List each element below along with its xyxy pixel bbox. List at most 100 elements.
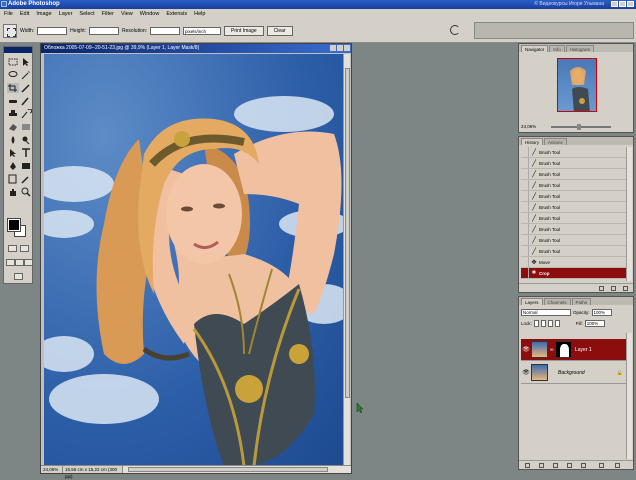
screen-mode-full-icon[interactable] [24, 259, 33, 266]
add-mask-icon[interactable] [553, 463, 558, 468]
quick-mask-icon[interactable] [20, 245, 29, 252]
marquee-tool-icon[interactable] [7, 57, 19, 67]
delete-state-icon[interactable] [623, 286, 628, 291]
lock-position-icon[interactable] [547, 319, 553, 327]
history-item[interactable]: ✥ Move [521, 257, 627, 268]
layers-scrollbar[interactable] [626, 333, 632, 459]
print-image-button[interactable]: Print Image [224, 25, 264, 36]
menu-layer[interactable]: Layer [59, 9, 73, 19]
fill-input[interactable]: 100% [584, 319, 605, 327]
history-item[interactable]: ╱ Brush Tool [521, 202, 627, 213]
menu-image[interactable]: Image [36, 9, 51, 19]
tab-history[interactable]: History [521, 138, 544, 145]
resolution-input[interactable] [150, 26, 181, 35]
layer-thumbnail[interactable] [531, 364, 548, 381]
document-vertical-scrollbar[interactable] [343, 54, 350, 466]
tab-histogram[interactable]: Histogram [565, 45, 595, 52]
history-source-checkbox[interactable] [521, 158, 529, 168]
history-brush-icon[interactable] [20, 108, 33, 119]
history-item[interactable]: ╱ Brush Tool [521, 191, 627, 202]
document-titlebar[interactable]: Обложка 2005-07-09--20-51-23.jpg @ 39,9%… [41, 44, 351, 53]
menu-help[interactable]: Help [194, 9, 205, 19]
shape-tool-icon[interactable] [20, 161, 32, 171]
history-source-checkbox[interactable] [521, 169, 529, 179]
clear-button[interactable]: Clear [266, 25, 293, 36]
lock-pixels-icon[interactable] [540, 319, 546, 327]
new-set-icon[interactable] [567, 463, 572, 468]
notes-tool-icon[interactable] [7, 174, 19, 184]
eye-icon[interactable]: 👁 [521, 346, 531, 353]
history-source-checkbox[interactable] [521, 180, 529, 190]
blend-mode-select[interactable]: Normal [521, 308, 571, 316]
magic-wand-icon[interactable] [20, 70, 32, 80]
history-item[interactable]: ╱ Brush Tool [521, 169, 627, 180]
jump-to-imageready-icon[interactable] [14, 273, 23, 280]
height-input[interactable] [89, 26, 120, 35]
resolution-unit-select[interactable]: pixels/inch [183, 26, 222, 35]
blur-tool-icon[interactable] [7, 135, 19, 145]
dodge-tool-icon[interactable] [20, 135, 32, 145]
menu-select[interactable]: Select [79, 9, 94, 19]
crop-tool-icon[interactable] [7, 83, 19, 93]
history-source-checkbox[interactable] [521, 147, 529, 157]
opacity-input[interactable]: 100% [591, 308, 612, 316]
zoom-tool-icon[interactable] [20, 187, 32, 197]
pen-tool-icon[interactable] [7, 161, 19, 171]
layer-row-background[interactable]: 👁 Background 🔒 [521, 362, 627, 384]
history-item[interactable]: ╱ Brush Tool [521, 158, 627, 169]
width-input[interactable] [37, 26, 68, 35]
screen-mode-standard-icon[interactable] [6, 259, 15, 266]
link-layers-icon[interactable] [525, 463, 530, 468]
adjustment-layer-icon[interactable] [581, 463, 586, 468]
lock-all-icon[interactable] [554, 319, 560, 327]
navigator-zoom-knob[interactable] [577, 124, 581, 130]
eraser-tool-icon[interactable] [7, 122, 19, 132]
doc-minimize-button[interactable] [330, 45, 336, 51]
history-source-checkbox[interactable] [521, 246, 529, 256]
type-tool-icon[interactable] [20, 148, 32, 158]
image-canvas[interactable] [44, 54, 344, 466]
history-source-checkbox[interactable] [521, 191, 529, 201]
history-item[interactable]: ╱ Brush Tool [521, 213, 627, 224]
standard-mode-icon[interactable] [8, 245, 17, 252]
screen-mode-full-menu-icon[interactable] [15, 259, 24, 266]
history-source-checkbox[interactable] [521, 268, 529, 278]
crop-tool-preset-picker[interactable] [3, 23, 17, 38]
menu-filter[interactable]: Filter [102, 9, 114, 19]
eyedropper-icon[interactable] [20, 174, 32, 184]
history-item[interactable]: ╱ Brush Tool [521, 235, 627, 246]
navigator-zoom-field[interactable]: 24,06% [521, 124, 536, 129]
hand-tool-icon[interactable] [7, 187, 19, 197]
horizontal-scroll-thumb[interactable] [128, 467, 328, 472]
doc-maximize-button[interactable] [337, 45, 343, 51]
tab-navigator[interactable]: Navigator [521, 45, 549, 52]
history-source-checkbox[interactable] [521, 202, 529, 212]
history-source-checkbox[interactable] [521, 235, 529, 245]
layer-row-layer-1[interactable]: 👁 ∞ Layer 1 [521, 339, 627, 361]
menu-file[interactable]: File [4, 9, 13, 19]
navigator-preview[interactable] [557, 58, 597, 112]
history-item[interactable]: ╱ Brush Tool [521, 246, 627, 257]
new-document-from-state-icon[interactable] [599, 286, 604, 291]
tab-actions[interactable]: Actions [544, 138, 567, 145]
menu-window[interactable]: Window [140, 9, 160, 19]
history-item[interactable]: ╱ Brush Tool [521, 180, 627, 191]
vertical-scroll-thumb[interactable] [345, 68, 350, 398]
history-item[interactable]: ╱ Brush Tool [521, 147, 627, 158]
document-zoom-field[interactable]: 24,06% [41, 466, 63, 473]
lasso-tool-icon[interactable] [7, 70, 19, 80]
healing-brush-icon[interactable] [7, 96, 19, 106]
maximize-button[interactable] [619, 1, 626, 7]
tab-layers[interactable]: Layers [521, 298, 543, 305]
history-source-checkbox[interactable] [521, 213, 529, 223]
history-item-active[interactable]: ⌗ Crop [521, 268, 627, 279]
foreground-color-swatch[interactable] [7, 218, 21, 232]
layer-mask-thumbnail[interactable] [555, 341, 572, 358]
tab-info[interactable]: Info [549, 45, 565, 52]
lock-transparency-icon[interactable] [533, 319, 539, 327]
eye-icon[interactable]: 👁 [521, 369, 531, 376]
menu-edit[interactable]: Edit [20, 9, 29, 19]
move-tool-icon[interactable] [20, 57, 32, 67]
tab-paths[interactable]: Paths [571, 298, 592, 305]
layer-thumbnail[interactable] [531, 341, 548, 358]
